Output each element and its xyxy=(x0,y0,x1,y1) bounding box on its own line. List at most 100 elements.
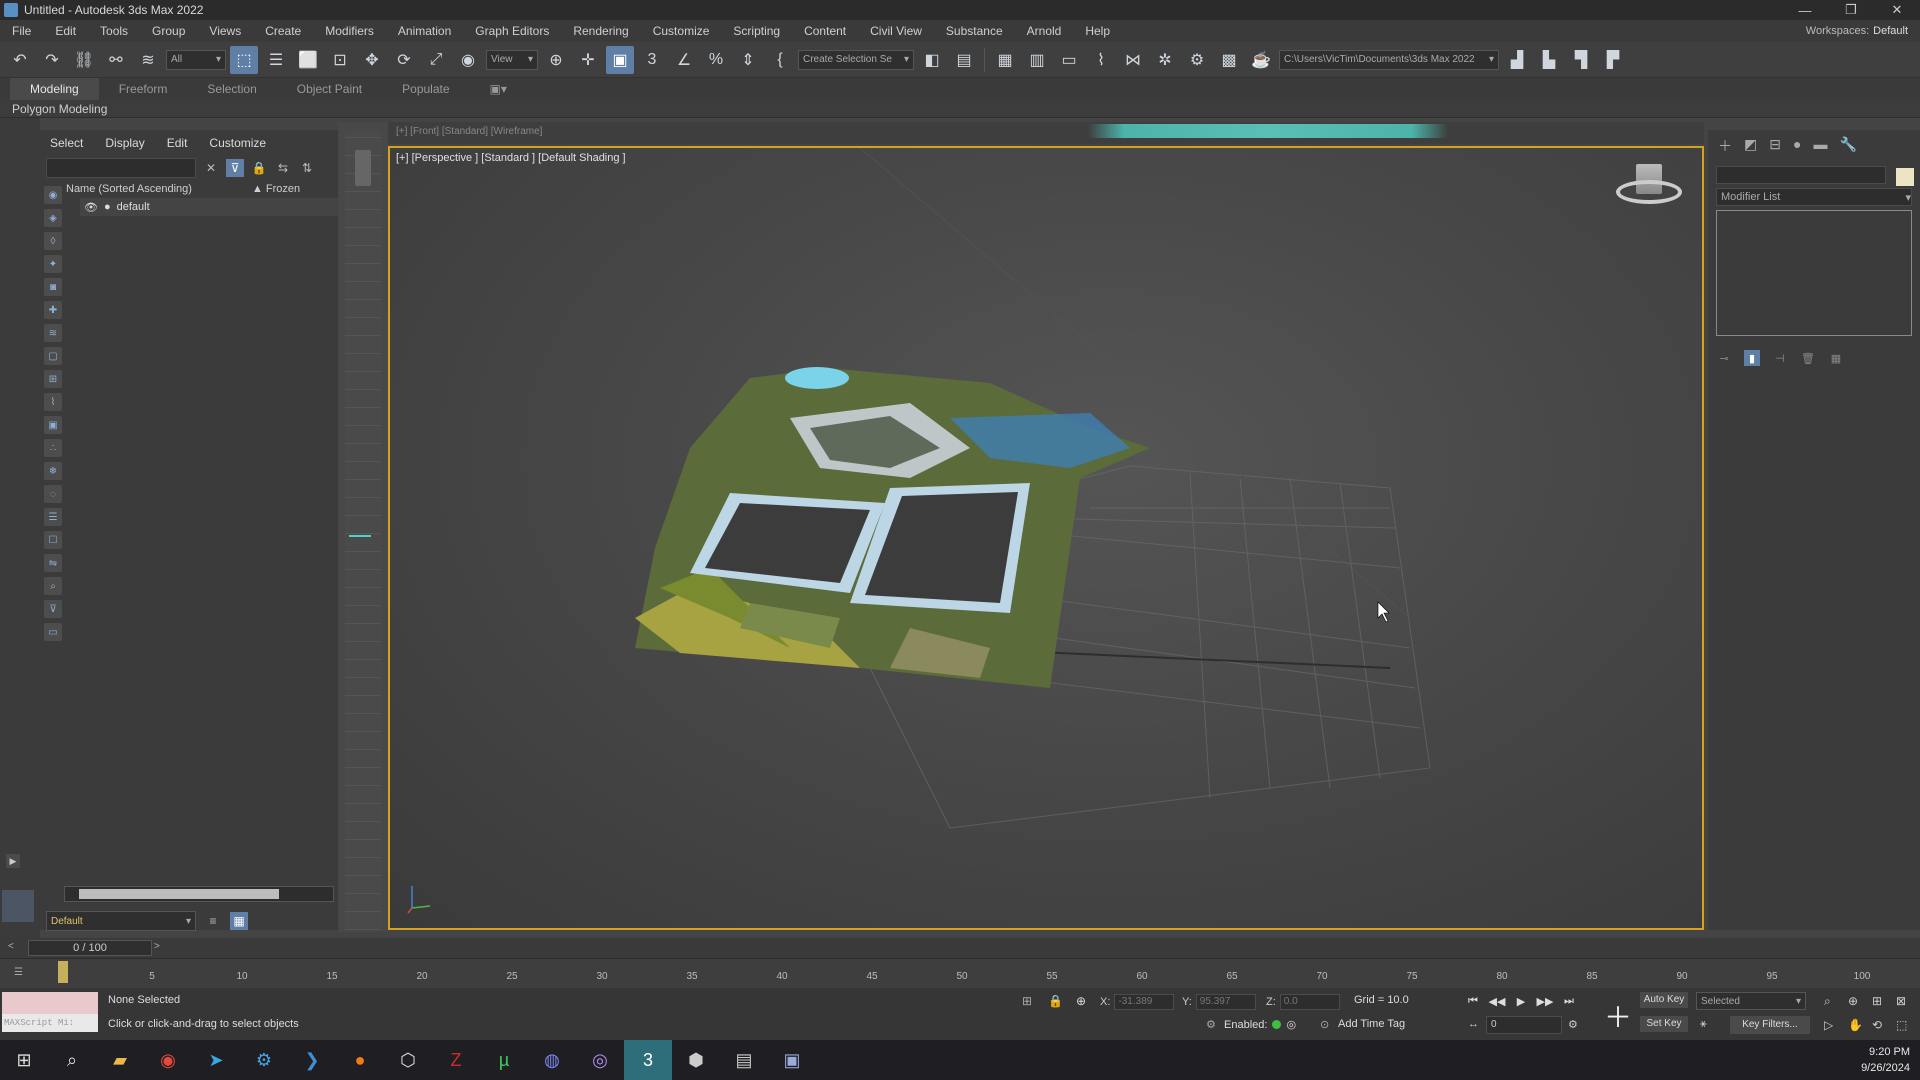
time-next-icon[interactable]: > xyxy=(154,941,160,952)
discord-icon[interactable]: ◍ xyxy=(528,1040,576,1080)
modifier-stack[interactable] xyxy=(1716,210,1912,336)
menu-edit[interactable]: Edit xyxy=(43,24,88,38)
select-object-icon[interactable]: ⬚ xyxy=(230,45,258,74)
torrent-icon[interactable]: µ xyxy=(480,1040,528,1080)
project-settings-icon[interactable]: ▛ xyxy=(1599,46,1627,74)
key-set-dropdown[interactable]: Selected ▾ xyxy=(1696,992,1806,1010)
time-slider[interactable]: < 0 / 100 > xyxy=(0,938,1920,958)
filter-icon[interactable]: ⊽ xyxy=(226,159,244,177)
menu-rendering[interactable]: Rendering xyxy=(561,24,640,38)
trackbar-menu-icon[interactable]: ☰ xyxy=(14,967,23,978)
make-unique-icon[interactable]: ⊣ xyxy=(1772,350,1788,366)
github-icon[interactable]: ◎ xyxy=(576,1040,624,1080)
xrefs-filter-icon[interactable]: ⊞ xyxy=(44,370,62,388)
menu-customize[interactable]: Customize xyxy=(641,24,722,38)
current-frame-field[interactable]: 0 xyxy=(1486,1016,1562,1034)
all-filter-icon[interactable]: ☰ xyxy=(44,508,62,526)
menu-modifiers[interactable]: Modifiers xyxy=(313,24,386,38)
set-key-button[interactable]: Set Key xyxy=(1640,1016,1688,1032)
rotate-icon[interactable]: ⟳ xyxy=(390,46,418,74)
3ds-max-icon[interactable]: 3 xyxy=(624,1040,672,1080)
viewport-layout-icon[interactable] xyxy=(2,890,34,922)
bind-space-warp-icon[interactable]: ≋ xyxy=(134,46,162,74)
viewcube-icon[interactable] xyxy=(1610,158,1688,218)
previous-frame-icon[interactable]: ◀◀ xyxy=(1488,992,1506,1010)
maxscript-listener[interactable]: MAXScript Mi: xyxy=(2,992,98,1034)
move-icon[interactable]: ✥ xyxy=(358,46,386,74)
geometry-filter-icon[interactable]: ◈ xyxy=(44,209,62,227)
frame-marker[interactable] xyxy=(58,961,68,983)
object-color-swatch[interactable] xyxy=(1896,168,1914,186)
key-filters-button[interactable]: Key Filters... xyxy=(1730,1016,1810,1034)
auto-key-button[interactable]: Auto Key xyxy=(1640,992,1688,1008)
isolate-icon[interactable]: ⊞ xyxy=(1022,994,1032,1008)
layer-icon[interactable]: ▭ xyxy=(44,623,62,641)
zoom-extents-all-icon[interactable]: ⊠ xyxy=(1896,994,1906,1008)
snaps-toggle-icon[interactable]: 3 xyxy=(638,46,666,74)
rendered-frame-window-icon[interactable]: ▩ xyxy=(1215,46,1243,74)
perspective-viewport[interactable]: [+] [Perspective ] [Standard ] [Default … xyxy=(388,146,1704,930)
window-crossing-icon[interactable]: ⊡ xyxy=(326,46,354,74)
hierarchy-icon[interactable]: ⇆ xyxy=(274,159,292,177)
set-key-big-icon[interactable]: ＋ xyxy=(1604,996,1632,1036)
placement-icon[interactable]: ◉ xyxy=(454,46,482,74)
zoom-icon[interactable]: ⌕ xyxy=(1824,994,1831,1009)
track-bar[interactable]: ☰ 5 10 15 20 25 30 35 40 45 50 55 60 65 … xyxy=(0,958,1920,988)
object-name-field[interactable] xyxy=(1716,166,1886,184)
key-filter-icon[interactable]: ⚹ xyxy=(1700,1018,1707,1031)
mirror-icon[interactable]: ◧ xyxy=(918,46,946,74)
orbit-icon[interactable]: ⟲ xyxy=(1872,1018,1882,1032)
align-icon[interactable]: ▤ xyxy=(950,46,978,74)
filter-funnel-icon[interactable]: ⊽ xyxy=(44,600,62,618)
project-save-icon[interactable]: ▜ xyxy=(1567,46,1595,74)
menu-arnold[interactable]: Arnold xyxy=(1015,24,1074,38)
particles-filter-icon[interactable]: ∴ xyxy=(44,439,62,457)
unity-icon[interactable]: ⬡ xyxy=(384,1040,432,1080)
scrollbar-thumb[interactable] xyxy=(79,889,279,899)
select-manipulate-icon[interactable]: ✛ xyxy=(574,46,602,74)
spinner-snap-icon[interactable]: ⇕ xyxy=(734,46,762,74)
modifier-list-dropdown[interactable]: Modifier List ▾ xyxy=(1716,188,1912,206)
layer-dropdown[interactable]: Default ▾ xyxy=(46,911,196,931)
windows-start-icon[interactable]: ⊞ xyxy=(0,1040,48,1080)
zoom-extents-icon[interactable]: ⊞ xyxy=(1872,994,1882,1008)
menu-substance[interactable]: Substance xyxy=(934,24,1015,38)
explorer-horizontal-scrollbar[interactable] xyxy=(64,886,334,902)
angle-snap-icon[interactable]: ∠ xyxy=(670,46,698,74)
curve-editor-icon[interactable]: ⌇ xyxy=(1087,46,1115,74)
menu-scripting[interactable]: Scripting xyxy=(721,24,792,38)
menu-group[interactable]: Group xyxy=(140,24,197,38)
containers-filter-icon[interactable]: ▣ xyxy=(44,416,62,434)
firefox-icon[interactable]: ● xyxy=(336,1040,384,1080)
selection-lock-icon[interactable]: 🔒 xyxy=(1048,994,1063,1008)
bones-filter-icon[interactable]: ⌇ xyxy=(44,393,62,411)
remove-modifier-icon[interactable]: 🗑 xyxy=(1800,350,1816,366)
cameras-filter-icon[interactable]: ◙ xyxy=(44,278,62,296)
frozen-filter-icon[interactable]: ❄ xyxy=(44,462,62,480)
configure-modifier-sets-icon[interactable]: ▦ xyxy=(1828,350,1844,366)
notes-icon[interactable]: ▤ xyxy=(720,1040,768,1080)
pivot-center-icon[interactable]: ⊕ xyxy=(542,46,570,74)
polygon-modeling-panel[interactable]: Polygon Modeling xyxy=(0,100,1920,118)
named-selection-dropdown[interactable]: Create Selection Se ▾ xyxy=(798,49,914,70)
secondary-viewport-grid[interactable] xyxy=(345,130,381,930)
steam-icon[interactable]: ⚙ xyxy=(240,1040,288,1080)
front-viewport-strip[interactable]: [+] [Front] [Standard] [Wireframe] xyxy=(388,122,1704,144)
redo-icon[interactable]: ↷ xyxy=(38,46,66,74)
link-icon[interactable]: ⛓ xyxy=(70,46,98,74)
y-field[interactable]: 95.397 xyxy=(1195,994,1256,1010)
edit-named-selection-icon[interactable]: { xyxy=(766,46,794,74)
unlink-icon[interactable]: ⚯ xyxy=(102,46,130,74)
layer-explorer-icon[interactable]: ▦ xyxy=(230,912,248,930)
pan-icon[interactable]: ✋ xyxy=(1848,1018,1863,1032)
layer-explorer-icon[interactable]: ▥ xyxy=(1023,46,1051,74)
tab-populate[interactable]: Populate xyxy=(382,82,469,96)
clear-search-icon[interactable]: ✕ xyxy=(202,159,220,177)
menu-graph-editors[interactable]: Graph Editors xyxy=(463,24,561,38)
menu-content[interactable]: Content xyxy=(792,24,858,38)
maxscript-input[interactable]: MAXScript Mi: xyxy=(2,1014,98,1032)
tab-object-paint[interactable]: Object Paint xyxy=(277,82,382,96)
go-to-end-icon[interactable]: ⏭ xyxy=(1560,992,1578,1010)
expand-arrow-icon[interactable]: ▶ xyxy=(6,854,20,868)
hierarchy-tab-icon[interactable]: ⊟ xyxy=(1769,136,1781,156)
